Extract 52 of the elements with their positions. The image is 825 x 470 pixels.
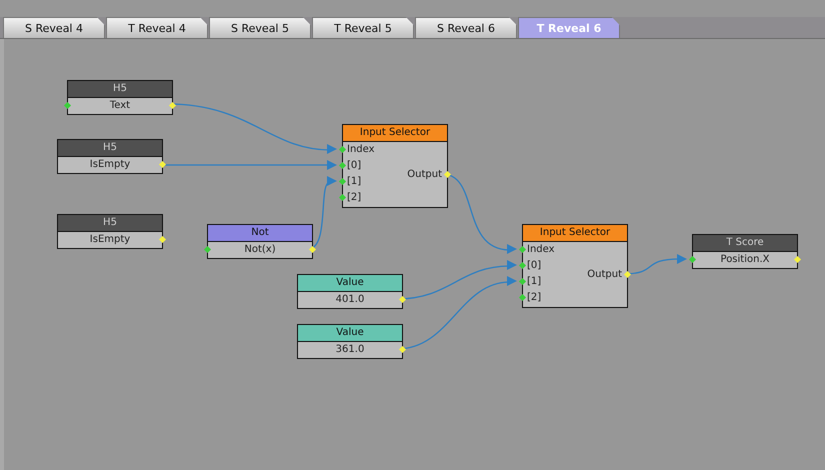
graph-node[interactable]: Input Selector Index [0] [1] [2] Output <box>522 224 628 308</box>
port-label: Output <box>407 168 442 180</box>
node-title: Value <box>298 275 402 292</box>
port-label: 361.0 <box>336 344 364 355</box>
input-port-icon[interactable] <box>204 246 212 254</box>
graph-node[interactable]: Value 401.0 <box>297 274 403 309</box>
output-port-icon[interactable] <box>794 256 802 264</box>
graph-node[interactable]: Value 361.0 <box>297 324 403 359</box>
graph-node[interactable]: H5 IsEmpty <box>57 139 163 174</box>
output-port-icon[interactable] <box>624 270 632 278</box>
input-port-icon[interactable] <box>64 102 72 110</box>
port-label: [1] <box>527 276 542 287</box>
graph-node[interactable]: Not Not(x) <box>207 224 313 259</box>
input-port-icon[interactable] <box>688 256 696 264</box>
port-label: 401.0 <box>336 294 364 305</box>
node-title: Input Selector <box>523 225 627 242</box>
output-port-icon[interactable] <box>158 160 166 168</box>
port-label: Output <box>587 268 622 280</box>
port-label: Index <box>347 144 375 155</box>
port-label: Position.X <box>720 254 770 265</box>
port-label: Index <box>527 244 555 255</box>
port-label: Text <box>110 100 130 111</box>
graph-node[interactable]: H5 IsEmpty <box>57 214 163 249</box>
tab[interactable]: T Reveal 4 <box>106 17 208 38</box>
node-title: H5 <box>58 140 162 157</box>
graph-node[interactable]: T Score Position.X <box>692 234 798 269</box>
tab[interactable]: S Reveal 6 <box>415 17 517 38</box>
graph-node[interactable]: Input Selector Index [0] [1] [2] Output <box>342 124 448 208</box>
node-title: H5 <box>68 81 172 98</box>
output-port-icon[interactable] <box>158 236 166 244</box>
node-title: Not <box>208 225 312 242</box>
output-port-icon[interactable] <box>444 170 452 178</box>
output-port-icon[interactable] <box>168 102 176 110</box>
graph-node[interactable]: H5 Text <box>67 80 173 115</box>
node-title: T Score <box>693 235 797 252</box>
port-label: IsEmpty <box>90 234 130 245</box>
output-port-icon[interactable] <box>398 346 406 354</box>
output-port-icon[interactable] <box>398 296 406 304</box>
port-label: [2] <box>347 192 362 203</box>
node-title: Input Selector <box>343 125 447 142</box>
tab[interactable]: S Reveal 4 <box>3 17 105 38</box>
port-label: [1] <box>347 176 362 187</box>
port-label: Not(x) <box>244 244 276 255</box>
node-title: Value <box>298 325 402 342</box>
tab[interactable]: T Reveal 5 <box>312 17 414 38</box>
output-port-icon[interactable] <box>308 246 316 254</box>
node-title: H5 <box>58 215 162 232</box>
tab[interactable]: S Reveal 5 <box>209 17 311 38</box>
port-label: [2] <box>527 292 542 303</box>
port-label: [0] <box>527 260 542 271</box>
port-label: [0] <box>347 160 362 171</box>
port-label: IsEmpty <box>90 159 130 170</box>
